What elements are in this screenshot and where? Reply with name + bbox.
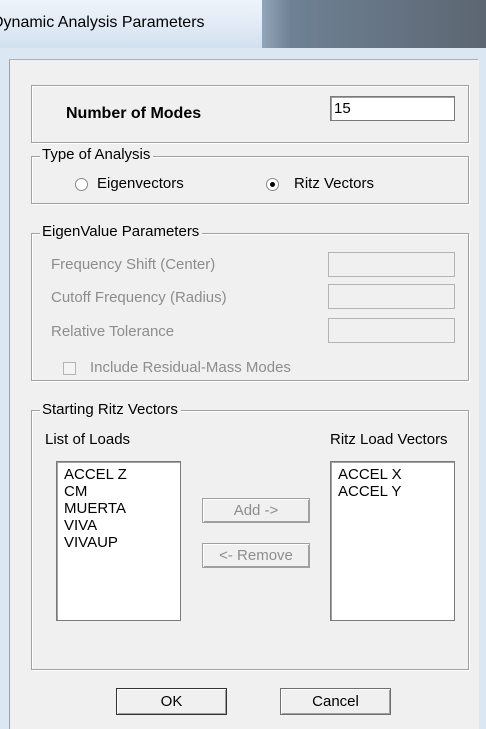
list-item[interactable]: ACCEL Y — [338, 483, 454, 500]
cancel-button[interactable]: Cancel — [280, 688, 391, 715]
list-item[interactable]: CM — [64, 483, 180, 500]
remove-button[interactable]: <- Remove — [202, 543, 310, 568]
relative-tolerance-label: Relative Tolerance — [51, 323, 175, 340]
type-of-analysis-legend: Type of Analysis — [40, 146, 154, 163]
number-of-modes-input[interactable] — [330, 96, 455, 121]
list-of-loads-label: List of Loads — [45, 431, 131, 448]
ritz-vectors-radio[interactable] — [266, 178, 279, 191]
eigenvectors-radio[interactable] — [75, 178, 88, 191]
cutoff-frequency-input — [328, 284, 455, 309]
eigenvectors-label[interactable]: Eigenvectors — [97, 175, 184, 192]
list-item[interactable]: MUERTA — [64, 500, 180, 517]
frequency-shift-input — [328, 252, 455, 277]
residual-mass-label: Include Residual-Mass Modes — [90, 359, 291, 376]
title-bar[interactable]: Dynamic Analysis Parameters — [0, 0, 486, 48]
cutoff-frequency-label: Cutoff Frequency (Radius) — [51, 289, 227, 306]
list-item[interactable]: ACCEL X — [338, 466, 454, 483]
window-frame-right — [478, 48, 486, 729]
window-frame-left — [0, 48, 9, 729]
eigenvalue-parameters-legend: EigenValue Parameters — [40, 223, 203, 240]
ritz-load-vectors-listbox[interactable]: ACCEL X ACCEL Y — [330, 461, 455, 621]
relative-tolerance-input — [328, 318, 455, 343]
window-title: Dynamic Analysis Parameters — [0, 14, 205, 31]
title-tab: Dynamic Analysis Parameters — [0, 0, 263, 48]
residual-mass-checkbox — [63, 362, 76, 375]
list-item[interactable]: VIVAUP — [64, 534, 180, 551]
ritz-vectors-label[interactable]: Ritz Vectors — [294, 175, 374, 192]
ok-button[interactable]: OK — [116, 688, 227, 715]
window-frame-top — [0, 48, 486, 60]
number-of-modes-label: Number of Modes — [66, 105, 202, 122]
ritz-load-vectors-label: Ritz Load Vectors — [330, 431, 448, 448]
add-button[interactable]: Add -> — [202, 498, 310, 523]
list-item[interactable]: ACCEL Z — [64, 466, 180, 483]
list-of-loads-listbox[interactable]: ACCEL Z CM MUERTA VIVA VIVAUP — [56, 461, 181, 621]
list-item[interactable]: VIVA — [64, 517, 180, 534]
starting-ritz-vectors-legend: Starting Ritz Vectors — [40, 401, 181, 418]
frequency-shift-label: Frequency Shift (Center) — [51, 256, 216, 273]
